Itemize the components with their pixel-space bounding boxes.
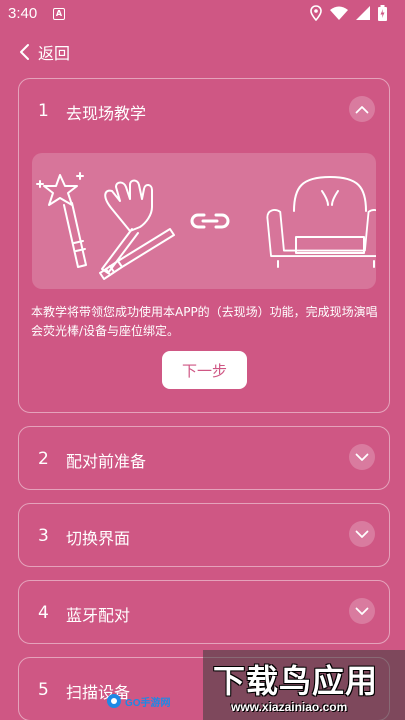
- step-header-4[interactable]: 4 蓝牙配对: [19, 581, 389, 645]
- wifi-icon: [330, 6, 348, 20]
- step-header-2[interactable]: 2 配对前准备: [19, 427, 389, 491]
- glow-stick-icon: [99, 228, 175, 280]
- chevron-left-icon: [20, 44, 29, 60]
- status-time: 3:40: [8, 5, 38, 22]
- chevron-down-icon: [355, 453, 369, 461]
- step-number: 1: [38, 101, 49, 121]
- step-number: 3: [38, 526, 49, 546]
- go-logo-icon: [107, 694, 121, 708]
- watermark: 下载鸟应用 www.xiazainiao.com: [203, 650, 405, 720]
- watermark-small-logo: GO手游网: [106, 692, 171, 710]
- step-title: 配对前准备: [66, 452, 147, 471]
- watermark-small-text: GO手游网: [125, 697, 171, 709]
- step-title: 去现场教学: [66, 104, 147, 123]
- clapper-hand-icon: [101, 179, 153, 274]
- back-button[interactable]: 返回: [18, 40, 70, 64]
- step-title: 切换界面: [66, 529, 131, 548]
- link-icon: [190, 213, 230, 229]
- step-header-3[interactable]: 3 切换界面: [19, 504, 389, 568]
- watermark-title: 下载鸟应用: [213, 662, 379, 700]
- step-title: 蓝牙配对: [66, 606, 131, 625]
- step-card-4[interactable]: 4 蓝牙配对: [18, 580, 390, 644]
- back-label: 返回: [38, 44, 71, 63]
- chevron-up-icon: [355, 105, 369, 113]
- step-description: 本教学将带领您成功使用本APP的（去现场）功能，完成现场演唱会荧光棒/设备与座位…: [31, 305, 378, 338]
- step-number: 4: [38, 603, 49, 623]
- battery-icon: [378, 5, 387, 21]
- status-icons: [310, 5, 387, 21]
- notification-icon: A: [53, 8, 65, 20]
- armchair-icon: [266, 176, 383, 268]
- expand-button[interactable]: [349, 598, 375, 624]
- status-bar: 3:40 A: [0, 0, 405, 28]
- collapse-button[interactable]: [349, 96, 375, 122]
- magic-wand-star-icon: [36, 172, 87, 268]
- chevron-down-icon: [355, 607, 369, 615]
- step-card-2[interactable]: 2 配对前准备: [18, 426, 390, 490]
- step-number: 2: [38, 449, 49, 469]
- signal-icon: [356, 6, 370, 20]
- expand-button[interactable]: [349, 521, 375, 547]
- next-step-button[interactable]: 下一步: [162, 351, 247, 389]
- step-card-1: 1 去现场教学 本教学将带领您成功使用本APP的（去现场）功能，完成现场演唱会荧…: [18, 78, 390, 413]
- location-icon: [310, 5, 322, 21]
- step-card-3[interactable]: 3 切换界面: [18, 503, 390, 567]
- tutorial-illustration: [32, 153, 383, 289]
- watermark-url: www.xiazainiao.com: [231, 700, 348, 714]
- chevron-down-icon: [355, 530, 369, 538]
- expand-button[interactable]: [349, 444, 375, 470]
- step-header-1[interactable]: 1 去现场教学: [19, 79, 389, 143]
- step-number: 5: [38, 680, 49, 700]
